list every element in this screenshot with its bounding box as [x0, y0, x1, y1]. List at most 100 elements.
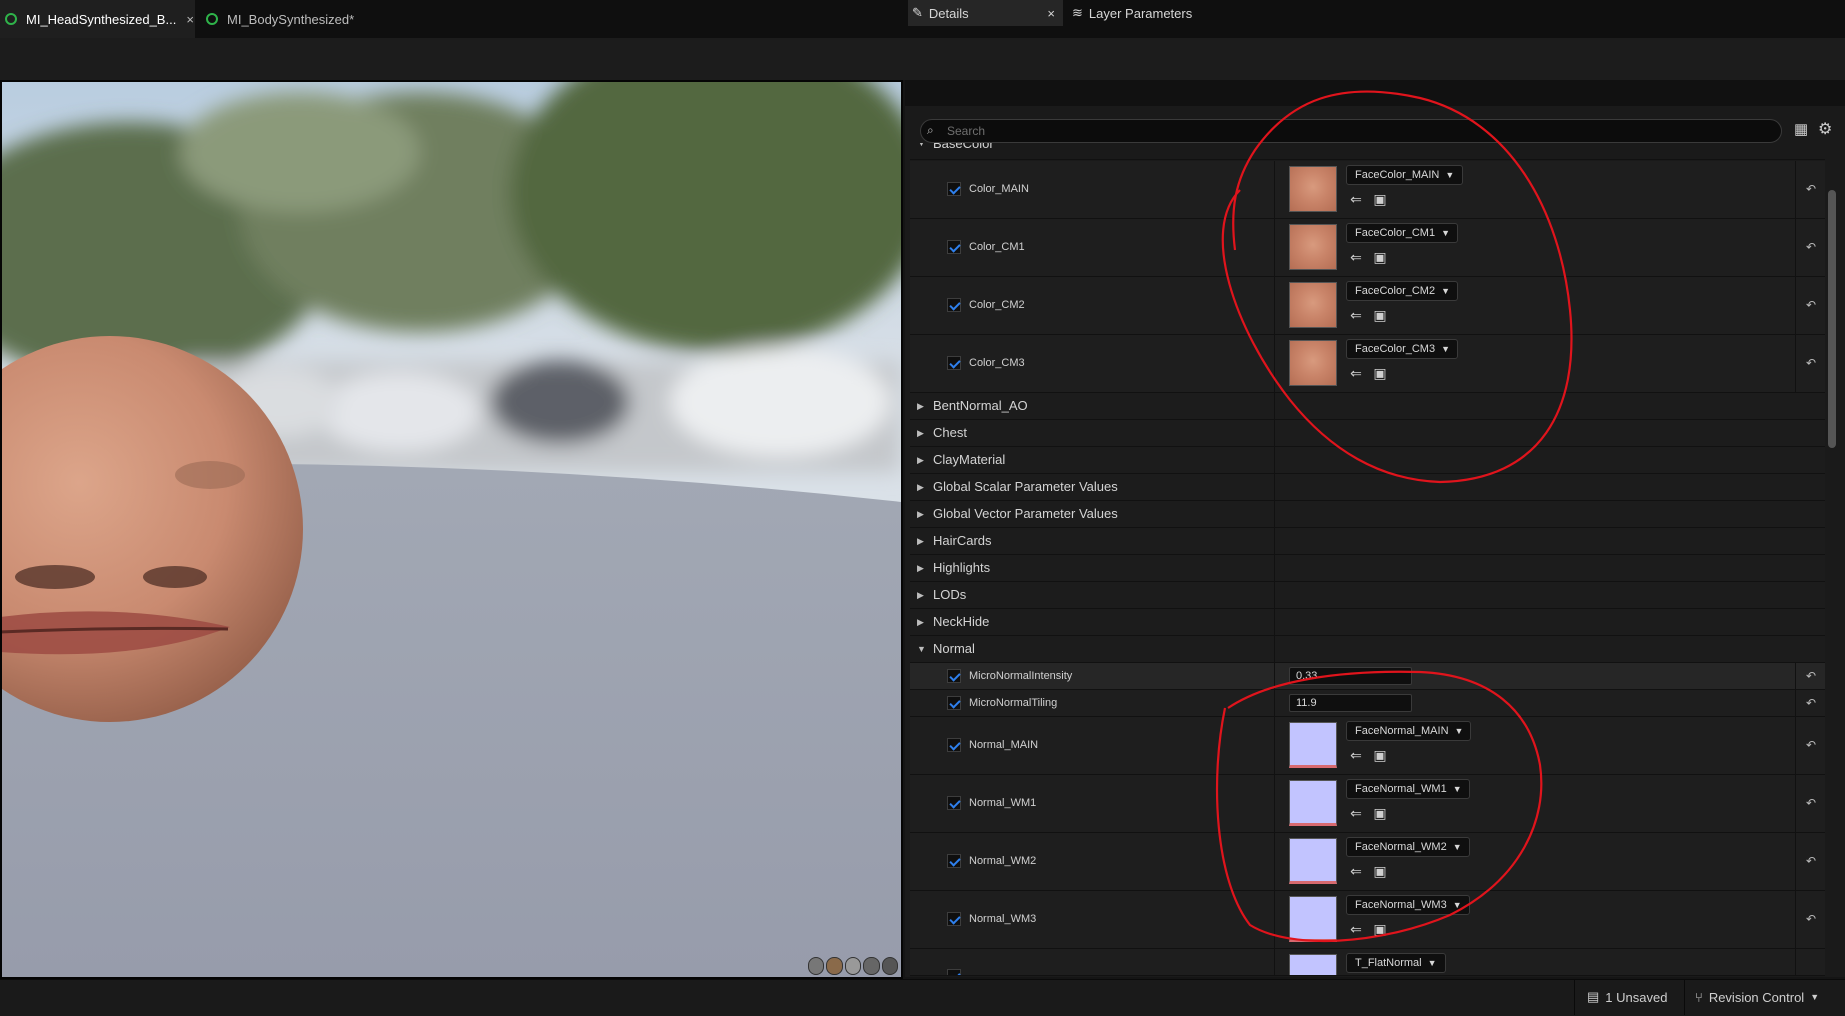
enable-checkbox[interactable] [947, 696, 961, 710]
texture-picker-dropdown[interactable]: T_FlatNormal ▼ [1346, 953, 1446, 973]
browse-asset-icon[interactable]: ▣ [1372, 191, 1388, 207]
texture-picker-dropdown[interactable]: FaceNormal_WM1 ▼ [1346, 779, 1470, 799]
reset-to-default-icon[interactable]: ↶ [1806, 356, 1816, 370]
texture-picker-dropdown[interactable]: FaceColor_MAIN ▼ [1346, 165, 1463, 185]
enable-checkbox[interactable] [947, 796, 961, 810]
section-chest[interactable]: ▶ Chest [910, 420, 1825, 447]
details-scrollbar[interactable] [1828, 190, 1836, 448]
section-global-scalar[interactable]: ▶ Global Scalar Parameter Values [910, 474, 1825, 501]
use-selected-asset-icon[interactable]: ⇐ [1348, 307, 1364, 323]
enable-checkbox[interactable] [947, 969, 961, 975]
param-row-micronormalintensity: MicroNormalIntensity 0.33 ↶ [910, 663, 1825, 690]
cylinder-icon[interactable] [808, 957, 825, 975]
layers-icon: ≋ [1072, 5, 1083, 20]
use-selected-asset-icon[interactable]: ⇐ [1348, 863, 1364, 879]
use-selected-asset-icon[interactable]: ⇐ [1348, 365, 1364, 381]
texture-picker-dropdown[interactable]: FaceNormal_WM3 ▼ [1346, 895, 1470, 915]
tab-mi-headsynthesized[interactable]: MI_HeadSynthesized_B... × [0, 0, 195, 38]
enable-checkbox[interactable] [947, 298, 961, 312]
reset-to-default-icon[interactable]: ↶ [1806, 182, 1816, 196]
reset-to-default-icon[interactable]: ↶ [1806, 298, 1816, 312]
param-row-normal-main: Normal_MAIN FaceNormal_MAIN ▼ ⇐ ▣ ↶ [910, 717, 1825, 775]
settings-gear-icon[interactable]: ⚙ [1818, 119, 1832, 139]
texture-thumbnail[interactable] [1289, 340, 1337, 386]
texture-thumbnail[interactable] [1289, 224, 1337, 270]
browse-asset-icon[interactable]: ▣ [1372, 805, 1388, 821]
browse-asset-icon[interactable]: ▣ [1372, 921, 1388, 937]
enable-checkbox[interactable] [947, 240, 961, 254]
enable-checkbox[interactable] [947, 854, 961, 868]
enable-checkbox[interactable] [947, 912, 961, 926]
texture-thumbnail[interactable] [1289, 722, 1337, 768]
section-label: Global Scalar Parameter Values [933, 479, 1118, 494]
dropdown-value: FaceColor_CM1 [1355, 227, 1436, 239]
use-selected-asset-icon[interactable]: ⇐ [1348, 191, 1364, 207]
texture-thumbnail[interactable] [1289, 780, 1337, 826]
section-neckhide[interactable]: ▶ NeckHide [910, 609, 1825, 636]
texture-thumbnail[interactable] [1289, 838, 1337, 884]
section-bentnormal-ao[interactable]: ▶ BentNormal_AO [910, 393, 1825, 420]
texture-thumbnail[interactable] [1289, 282, 1337, 328]
texture-thumbnail[interactable] [1289, 954, 1337, 975]
reset-to-default-icon[interactable]: ↶ [1806, 854, 1816, 868]
micronormaltiling-input[interactable]: 11.9 [1289, 694, 1412, 712]
param-row-normal-wm1: Normal_WM1 FaceNormal_WM1 ▼ ⇐ ▣ ↶ [910, 775, 1825, 833]
cube-icon[interactable] [863, 957, 880, 975]
use-selected-asset-icon[interactable]: ⇐ [1348, 921, 1364, 937]
teapot-icon[interactable] [881, 957, 899, 975]
tab-layer-parameters[interactable]: ≋ Layer Parameters [1068, 0, 1228, 26]
viewport-preview-shapes[interactable] [808, 957, 899, 975]
table-view-icon[interactable]: ▦ [1794, 120, 1808, 138]
texture-picker-dropdown[interactable]: FaceColor_CM3 ▼ [1346, 339, 1458, 359]
use-selected-asset-icon[interactable]: ⇐ [1348, 747, 1364, 763]
search-input[interactable]: ⌕ Search [920, 119, 1782, 143]
texture-picker-dropdown[interactable]: FaceColor_CM2 ▼ [1346, 281, 1458, 301]
enable-checkbox[interactable] [947, 182, 961, 196]
texture-picker-dropdown[interactable]: FaceNormal_WM2 ▼ [1346, 837, 1470, 857]
use-selected-asset-icon[interactable]: ⇐ [1348, 249, 1364, 265]
dropdown-value: FaceColor_MAIN [1355, 169, 1440, 181]
texture-thumbnail[interactable] [1289, 896, 1337, 942]
close-tab-icon[interactable]: × [186, 12, 194, 27]
section-highlights[interactable]: ▶ Highlights [910, 555, 1825, 582]
enable-checkbox[interactable] [947, 738, 961, 752]
reset-to-default-icon[interactable]: ↶ [1806, 796, 1816, 810]
tab-label: Layer Parameters [1088, 5, 1193, 21]
reset-to-default-icon[interactable]: ↶ [1806, 912, 1816, 926]
tab-details[interactable]: ✎ Details × [908, 0, 1063, 26]
micronormalintensity-input[interactable]: 0.33 [1289, 667, 1412, 685]
reset-to-default-icon[interactable]: ↶ [1806, 738, 1816, 752]
preview-viewport[interactable] [0, 82, 901, 977]
viewport-scene [0, 82, 901, 977]
section-haircards[interactable]: ▶ HairCards [910, 528, 1825, 555]
reset-to-default-icon[interactable]: ↶ [1806, 240, 1816, 254]
section-basecolor[interactable]: ▼ BaseColor [910, 143, 1825, 160]
dropdown-value: T_FlatNormal [1355, 957, 1422, 969]
tab-mi-bodysynthesized[interactable]: MI_BodySynthesized* [205, 0, 385, 38]
chevron-right-icon: ▶ [917, 509, 924, 519]
revision-control-button[interactable]: ⑂ Revision Control ▼ [1684, 979, 1845, 1015]
browse-asset-icon[interactable]: ▣ [1372, 747, 1388, 763]
section-lods[interactable]: ▶ LODs [910, 582, 1825, 609]
texture-picker-dropdown[interactable]: FaceColor_CM1 ▼ [1346, 223, 1458, 243]
reset-to-default-icon[interactable]: ↶ [1806, 669, 1816, 683]
section-global-vector[interactable]: ▶ Global Vector Parameter Values [910, 501, 1825, 528]
browse-asset-icon[interactable]: ▣ [1372, 365, 1388, 381]
reset-to-default-icon[interactable]: ↶ [1806, 696, 1816, 710]
browse-asset-icon[interactable]: ▣ [1372, 249, 1388, 265]
section-normal[interactable]: ▼ Normal [910, 636, 1825, 663]
section-claymaterial[interactable]: ▶ ClayMaterial [910, 447, 1825, 474]
enable-checkbox[interactable] [947, 669, 961, 683]
sphere-icon[interactable] [826, 957, 843, 975]
material-instance-icon [206, 13, 218, 25]
enable-checkbox[interactable] [947, 356, 961, 370]
texture-thumbnail[interactable] [1289, 166, 1337, 212]
close-tab-icon[interactable]: × [1047, 6, 1055, 21]
browse-asset-icon[interactable]: ▣ [1372, 863, 1388, 879]
plane-icon[interactable] [844, 957, 862, 975]
search-icon: ⌕ [927, 123, 934, 137]
texture-picker-dropdown[interactable]: FaceNormal_MAIN ▼ [1346, 721, 1471, 741]
use-selected-asset-icon[interactable]: ⇐ [1348, 805, 1364, 821]
unsaved-indicator[interactable]: ▤ 1 Unsaved [1574, 979, 1687, 1015]
browse-asset-icon[interactable]: ▣ [1372, 307, 1388, 323]
